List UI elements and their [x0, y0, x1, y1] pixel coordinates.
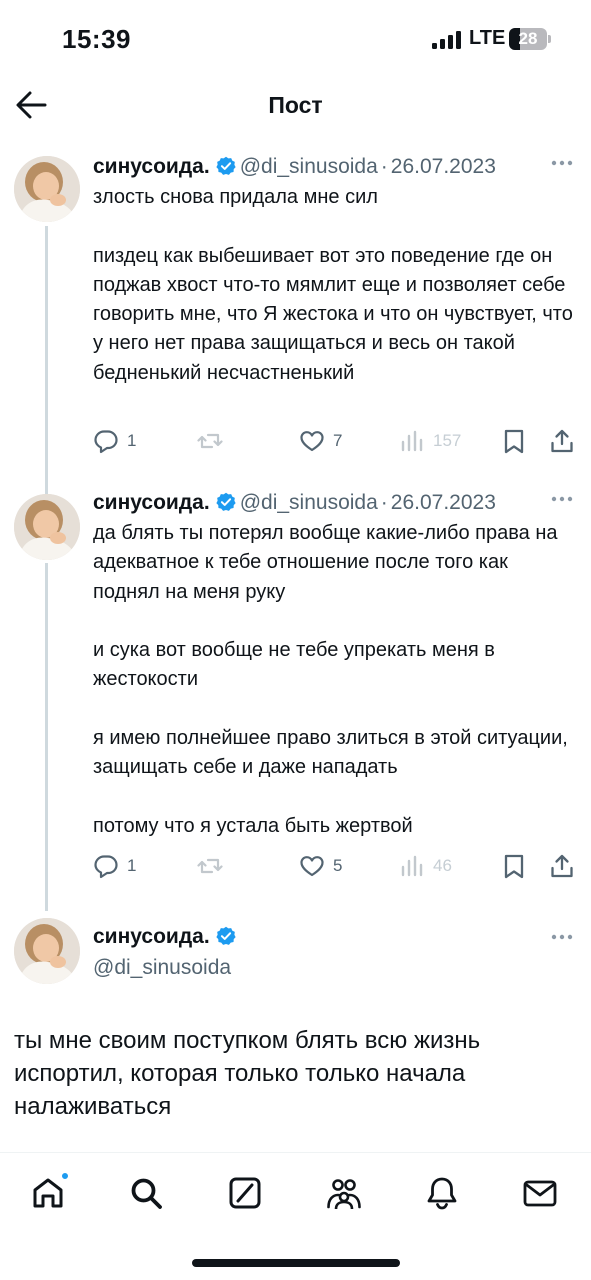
like-count: 5	[333, 856, 343, 875]
author-name[interactable]: синусоида.	[93, 925, 210, 948]
retweet-icon	[197, 858, 223, 874]
main-tweet[interactable]: синусоида. @di_sinusoida ты мне своим по…	[0, 922, 591, 1132]
reply-icon	[94, 855, 118, 879]
verified-badge-icon	[216, 926, 236, 945]
share-icon	[551, 854, 573, 878]
share-icon	[551, 429, 573, 453]
author-handle: @di_sinusoida	[239, 491, 378, 514]
bookmark-button[interactable]	[501, 851, 527, 881]
like-button[interactable]: 7	[299, 426, 342, 456]
heart-icon	[300, 431, 324, 452]
views-button[interactable]: 46	[399, 851, 452, 881]
tab-search[interactable]	[128, 1175, 168, 1215]
post-header: Пост	[0, 80, 591, 132]
verified-badge-icon	[216, 492, 236, 511]
like-button[interactable]: 5	[299, 851, 342, 881]
tweet-text: злость снова придала мне сил пиздец как …	[93, 186, 573, 384]
more-options-icon[interactable]	[551, 496, 573, 502]
search-icon	[131, 1178, 162, 1209]
battery-icon: 28	[509, 28, 551, 50]
views-button[interactable]: 157	[399, 426, 461, 456]
bookmark-icon	[504, 854, 524, 879]
tweet-actions: 1 7 157	[93, 426, 583, 456]
reply-icon	[94, 430, 118, 454]
tweet-2[interactable]: синусоида. @di_sinusoida · 26.07.2023 да бл…	[0, 488, 591, 888]
reply-count: 1	[127, 856, 137, 875]
page-title: Пост	[268, 92, 323, 118]
tab-grok[interactable]	[227, 1175, 267, 1215]
like-count: 7	[333, 431, 343, 450]
tweet-meta: синусоида. @di_sinusoida · 26.07.2023	[93, 491, 496, 514]
tweet-date: 26.07.2023	[390, 491, 496, 514]
retweet-icon	[197, 433, 223, 449]
retweet-button[interactable]	[197, 851, 223, 881]
communities-icon	[327, 1179, 361, 1210]
tab-home[interactable]	[30, 1171, 70, 1215]
heart-icon	[300, 856, 324, 877]
tweet-1[interactable]: синусоида. @di_sinusoida · 26.07.2023 злост…	[0, 152, 591, 462]
reply-count: 1	[127, 431, 137, 450]
more-options-icon[interactable]	[551, 934, 573, 940]
grok-icon	[229, 1177, 261, 1209]
verified-badge-icon	[216, 156, 236, 175]
notifications-icon	[427, 1177, 457, 1210]
tweet-date: 26.07.2023	[390, 155, 496, 178]
network-label: LTE	[469, 27, 506, 49]
reply-button[interactable]: 1	[93, 426, 136, 456]
views-count: 157	[433, 431, 462, 450]
tweet-actions: 1 5 46	[93, 851, 583, 881]
author-name[interactable]: синусоида.	[93, 491, 210, 514]
tweet-meta: синусоида. @di_sinusoida · 26.07.2023	[93, 155, 496, 178]
views-icon	[401, 855, 423, 877]
main-tweet-text: ты мне своим поступком блять всю жизнь и…	[14, 1027, 481, 1120]
status-time: 15:39	[62, 24, 131, 54]
retweet-button[interactable]	[197, 426, 223, 456]
views-count: 46	[433, 856, 452, 875]
views-icon	[401, 430, 423, 452]
tweet-text: да блять ты потерял вообще какие-либо пр…	[93, 522, 568, 837]
main-tweet-meta: синусоида. @di_sinusoida	[93, 922, 236, 983]
author-handle: @di_sinusoida	[93, 956, 232, 979]
signal-icon	[432, 31, 461, 49]
bookmark-button[interactable]	[501, 426, 527, 456]
tab-notifications[interactable]	[424, 1175, 464, 1215]
share-button[interactable]	[549, 426, 575, 456]
new-content-dot	[60, 1171, 70, 1181]
home-icon	[33, 1178, 63, 1208]
messages-icon	[523, 1180, 557, 1207]
author-handle: @di_sinusoida	[239, 155, 378, 178]
status-bar: 15:39 LTE 28	[0, 0, 591, 80]
battery-level: 28	[518, 29, 538, 48]
more-options-icon[interactable]	[551, 160, 573, 166]
share-button[interactable]	[549, 851, 575, 881]
tab-messages[interactable]	[522, 1175, 562, 1215]
home-indicator[interactable]	[192, 1259, 400, 1267]
tab-communities[interactable]	[326, 1175, 366, 1215]
author-name[interactable]: синусоида.	[93, 155, 210, 178]
bookmark-icon	[504, 429, 524, 454]
reply-button[interactable]: 1	[93, 851, 136, 881]
